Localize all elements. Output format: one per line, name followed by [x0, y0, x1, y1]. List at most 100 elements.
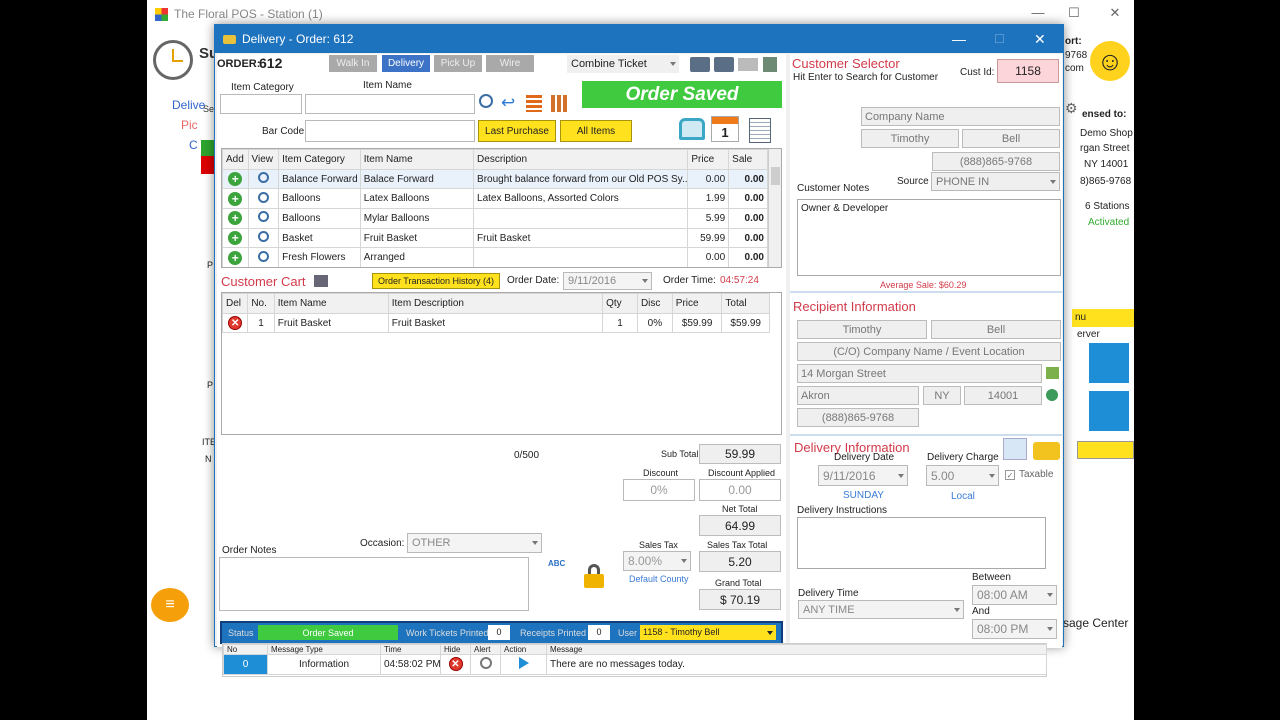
col-sale[interactable]: Sale	[728, 149, 768, 170]
msg-alert-cell[interactable]	[470, 654, 501, 675]
last-purchase-button[interactable]: Last Purchase	[478, 120, 556, 142]
list-icon[interactable]	[526, 95, 542, 112]
magnifier-icon[interactable]	[257, 191, 269, 203]
cart-col-item-name[interactable]: Item Name	[273, 293, 389, 314]
delivery-van-icon[interactable]	[1003, 438, 1027, 460]
item-row[interactable]: + Basket Fruit Basket Fruit Basket 59.99…	[222, 227, 768, 249]
lock-icon[interactable]	[584, 564, 604, 588]
cust-id-value[interactable]: 1158	[997, 59, 1059, 83]
delivery-button[interactable]: Delivery	[382, 55, 430, 72]
customer-first-name[interactable]: Timothy	[861, 129, 959, 148]
maximize-button[interactable]: ☐	[1064, 5, 1084, 23]
email-icon[interactable]	[738, 58, 758, 71]
occasion-select[interactable]: OTHER	[407, 533, 542, 553]
add-icon[interactable]: +	[228, 231, 243, 246]
close-button[interactable]: ✕	[1105, 5, 1125, 23]
magnifier-icon[interactable]	[257, 172, 269, 184]
walk-in-button[interactable]: Walk In	[329, 55, 377, 72]
view-item-cell[interactable]	[247, 227, 280, 249]
order-date-field[interactable]: 9/11/2016	[563, 272, 652, 290]
bg-yellow-select[interactable]	[1077, 441, 1134, 459]
recipient-first-name[interactable]: Timothy	[797, 320, 927, 339]
add-icon[interactable]: +	[228, 250, 243, 265]
users-tile-icon[interactable]	[1089, 391, 1129, 431]
item-row[interactable]: + Balloons Mylar Balloons 5.99 0.00	[222, 208, 768, 229]
view-item-cell[interactable]	[247, 247, 280, 267]
msg-hide-cell[interactable]: ✕	[440, 654, 471, 675]
delivery-charge-select[interactable]: 5.00	[926, 465, 999, 486]
add-item-cell[interactable]: +	[222, 208, 249, 229]
add-item-cell[interactable]: +	[222, 168, 249, 190]
between-from-input[interactable]: 08:00 AM	[972, 585, 1057, 605]
combine-ticket-select[interactable]: Combine Ticket	[567, 55, 679, 73]
cart-row[interactable]: ✕ 1 Fruit Basket Fruit Basket 1 0% $59.9…	[221, 312, 770, 334]
magnifier-icon[interactable]	[257, 250, 269, 262]
item-row[interactable]: + Fresh Flowers Arranged 0.00 0.00	[222, 247, 768, 267]
add-icon[interactable]: +	[228, 211, 243, 226]
alarm-clock-icon[interactable]	[479, 656, 492, 669]
cart-col-del[interactable]: Del	[221, 293, 249, 314]
taxable-checkbox[interactable]: ✓	[1005, 470, 1015, 480]
dialog-maximize-button[interactable]: ☐	[994, 32, 1005, 46]
col-view[interactable]: View	[247, 149, 280, 170]
cart-col-qty[interactable]: Qty	[602, 293, 638, 314]
cart-col-total[interactable]: Total	[721, 293, 770, 314]
recipient-zip[interactable]: 14001	[964, 386, 1042, 405]
items-scrollbar[interactable]	[768, 149, 781, 267]
recipient-street[interactable]: 14 Morgan Street	[797, 364, 1042, 383]
map-icon[interactable]	[1046, 367, 1059, 379]
customer-notes-textarea[interactable]: Owner & Developer	[797, 199, 1061, 276]
user-select[interactable]: 1158 - Timothy Bell	[640, 625, 776, 640]
lock-open-icon[interactable]	[679, 118, 705, 140]
recipient-city[interactable]: Akron	[797, 386, 919, 405]
view-item-cell[interactable]	[247, 188, 280, 210]
item-row[interactable]: + Balloons Latex Balloons Latex Balloons…	[222, 188, 768, 210]
recipient-state[interactable]: NY	[923, 386, 961, 405]
cart-qty[interactable]: 1	[602, 312, 638, 334]
chart-tile-icon[interactable]	[1089, 343, 1129, 383]
dialog-minimize-button[interactable]: —	[952, 31, 966, 47]
barcode-input[interactable]	[305, 120, 475, 142]
order-history-button[interactable]: Order Transaction History (4)	[372, 273, 500, 289]
col-price[interactable]: Price	[687, 149, 730, 170]
undo-icon[interactable]: ↩	[501, 94, 515, 111]
default-county-link[interactable]: Default County	[629, 574, 689, 584]
magnifier-icon[interactable]	[257, 211, 269, 223]
printer-icon[interactable]	[690, 57, 710, 72]
all-items-button[interactable]: All Items	[560, 120, 632, 142]
sales-tax-select[interactable]: 8.00%	[623, 551, 691, 571]
customer-last-name[interactable]: Bell	[962, 129, 1060, 148]
customer-company-input[interactable]: Company Name	[861, 107, 1060, 126]
msg-action-cell[interactable]	[500, 654, 547, 675]
spellcheck-icon[interactable]: ABC	[548, 559, 565, 568]
view-item-cell[interactable]	[247, 208, 280, 229]
recipient-last-name[interactable]: Bell	[931, 320, 1061, 339]
wire-button[interactable]: Wire	[486, 55, 534, 72]
chat-bubble-icon[interactable]: ≡	[151, 588, 189, 622]
col-item-category[interactable]: Item Category	[278, 149, 361, 170]
cart-col-no[interactable]: No.	[247, 293, 275, 314]
calendar-icon[interactable]: 1	[711, 116, 739, 142]
minimize-button[interactable]: —	[1028, 5, 1048, 23]
document-icon[interactable]	[749, 118, 771, 143]
col-description[interactable]: Description	[473, 149, 689, 170]
discount-input[interactable]: 0%	[623, 479, 695, 501]
delivery-truck-icon[interactable]	[1033, 442, 1060, 460]
cart-printer-icon[interactable]	[314, 275, 328, 287]
add-item-cell[interactable]: +	[222, 247, 249, 267]
trash-icon[interactable]	[763, 57, 777, 72]
grid-icon[interactable]	[551, 95, 567, 112]
dialog-close-button[interactable]: ✕	[1034, 31, 1046, 48]
magnifier-icon[interactable]	[257, 231, 269, 243]
col-add[interactable]: Add	[222, 149, 249, 170]
customer-phone[interactable]: (888)865-9768	[932, 152, 1060, 171]
cart-disc[interactable]: 0%	[636, 312, 673, 334]
globe-icon[interactable]	[1046, 389, 1058, 401]
delivery-instructions-textarea[interactable]	[797, 517, 1046, 569]
search-icon[interactable]	[479, 94, 493, 111]
between-to-input[interactable]: 08:00 PM	[972, 619, 1057, 639]
play-icon[interactable]	[518, 656, 529, 669]
hide-icon[interactable]: ✕	[448, 657, 463, 672]
delete-cart-item-cell[interactable]: ✕	[221, 312, 249, 334]
order-notes-textarea[interactable]	[219, 557, 529, 611]
